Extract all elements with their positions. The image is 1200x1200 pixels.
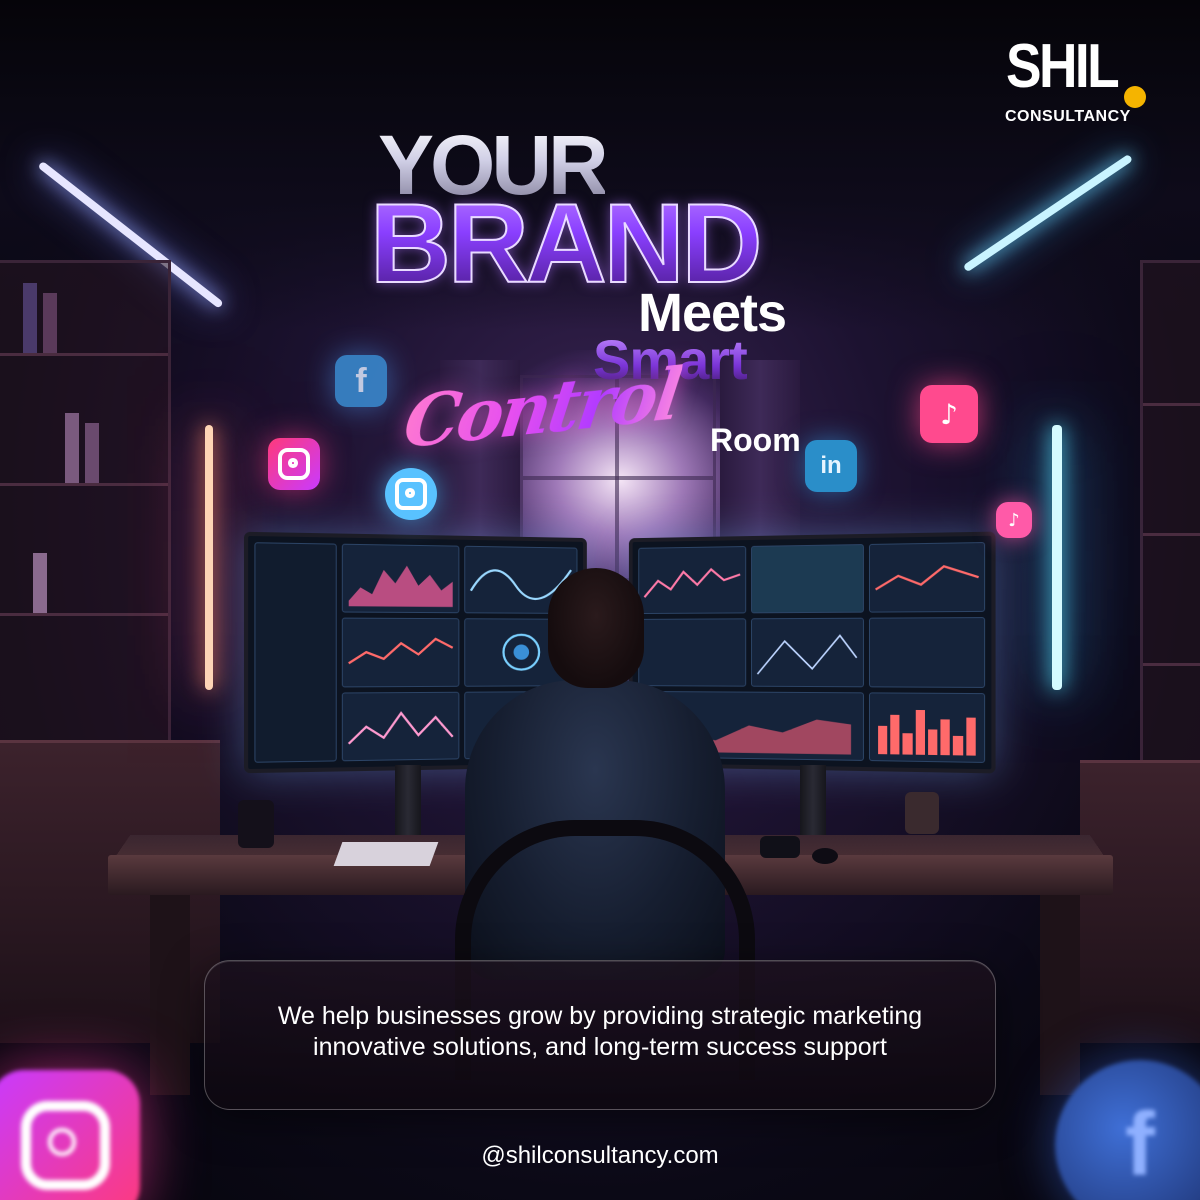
linkedin-icon: in xyxy=(805,440,857,492)
dashboard-line-chart xyxy=(869,542,985,613)
window-mullion xyxy=(523,476,713,480)
mouse xyxy=(812,848,838,864)
monitor-stand-left xyxy=(395,765,421,835)
keyboard xyxy=(760,836,800,858)
pen-holder-right xyxy=(905,792,939,834)
book xyxy=(85,423,99,483)
book xyxy=(65,413,79,483)
bar xyxy=(941,720,951,756)
shelf-board xyxy=(1143,403,1200,406)
bar xyxy=(953,736,963,755)
desk-leg xyxy=(150,895,190,1095)
dashboard-list-widget xyxy=(869,617,985,687)
shelf-board xyxy=(1143,663,1200,666)
tiktok-icon-small: ♪ xyxy=(996,502,1032,538)
description-text: We help businesses grow by providing str… xyxy=(205,1001,995,1063)
person-head xyxy=(548,568,644,688)
book xyxy=(23,283,37,353)
pen-holder xyxy=(238,800,274,848)
website-handle[interactable]: @shilconsultancy.com xyxy=(0,1140,1200,1172)
instagram-icon xyxy=(268,438,320,490)
shelf-board xyxy=(1143,533,1200,536)
dashboard-sidebar xyxy=(254,542,336,763)
neon-strip-left xyxy=(205,425,213,690)
bar xyxy=(890,714,899,754)
bar xyxy=(966,718,976,756)
cabinet-right xyxy=(1080,760,1200,1043)
profile-icon xyxy=(385,468,437,520)
description-card: We help businesses grow by providing str… xyxy=(204,960,996,1110)
shelf-board xyxy=(0,483,168,486)
dashboard-map-widget xyxy=(751,618,863,687)
shil-consultancy-logo: SHIL CONSULTANCY xyxy=(1000,28,1160,138)
shelf-board xyxy=(0,613,168,616)
facebook-icon: f xyxy=(335,355,387,407)
logo-wordmark: SHIL xyxy=(1006,28,1117,106)
dashboard-table-widget xyxy=(638,619,746,687)
dashboard-bar-chart xyxy=(869,692,985,763)
instagram-icon-large xyxy=(0,1070,140,1200)
dashboard-wave-chart xyxy=(342,691,460,761)
bar xyxy=(903,733,912,754)
tiktok-icon: ♪ xyxy=(920,385,978,443)
dashboard-area-chart xyxy=(342,544,460,614)
desk-leg xyxy=(1040,895,1080,1095)
logo-subtitle: CONSULTANCY xyxy=(1005,108,1131,126)
bar xyxy=(928,729,938,755)
shelf-board xyxy=(0,353,168,356)
dashboard-highlight-card xyxy=(751,544,863,614)
dashboard-scatter-chart xyxy=(638,546,746,614)
book xyxy=(43,293,57,353)
monitor-stand-right xyxy=(800,765,826,835)
logo-dot xyxy=(1124,86,1146,108)
description-line-1: We help businesses grow by providing str… xyxy=(205,1001,995,1032)
book xyxy=(33,553,47,613)
headline-room: Room xyxy=(710,420,801,460)
bar xyxy=(878,726,887,754)
bar xyxy=(915,710,925,755)
bar-series xyxy=(878,707,976,755)
open-notebook xyxy=(334,842,439,866)
dashboard-trend-chart xyxy=(342,618,460,687)
description-line-2: innovative solutions, and long-term succ… xyxy=(205,1032,995,1063)
poster: f ♪ in ♪ f SHIL CONSULTANCY YOUR BRAND M… xyxy=(0,0,1200,1200)
neon-strip-right xyxy=(1052,425,1062,690)
